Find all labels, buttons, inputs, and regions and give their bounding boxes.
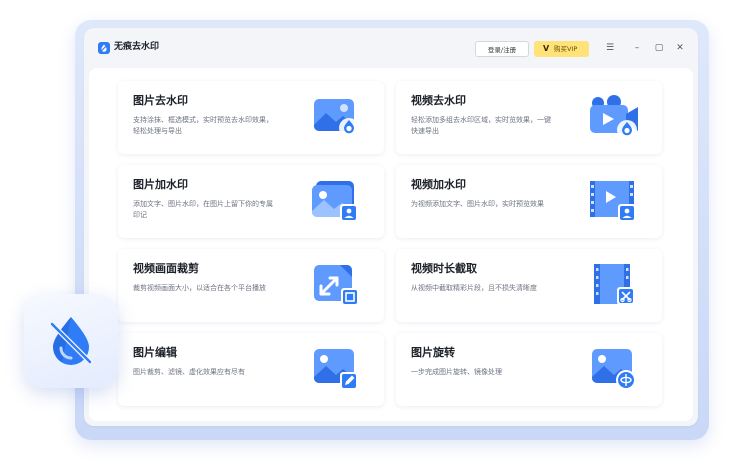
menu-icon[interactable]: ☰ bbox=[603, 41, 617, 55]
feature-description: 支持涂抹、框选模式，实时预览去水印效果，轻松处理与导出 bbox=[133, 116, 273, 135]
feature-card-video-remove-watermark[interactable]: 视频去水印 轻松添加多组去水印区域，实时览效果，一键快速导出 bbox=[396, 81, 662, 154]
feature-description: 一步完成图片旋转、镜像处理 bbox=[411, 368, 502, 376]
buy-vip-button[interactable]: V 购买VIP bbox=[534, 41, 589, 57]
login-register-button[interactable]: 登录/注册 bbox=[475, 41, 529, 57]
feature-title: 图片加水印 bbox=[133, 178, 188, 191]
feature-description: 添加文字、图片水印，在图片上留下你的专属印记 bbox=[133, 200, 273, 219]
feature-card-image-edit[interactable]: 图片编辑 图片裁剪、滤镜、虚化效果应有尽有 bbox=[118, 333, 384, 406]
image-edit-icon bbox=[310, 345, 362, 395]
app-logo-icon bbox=[98, 42, 110, 54]
feature-card-video-crop[interactable]: 视频画面裁剪 裁剪视频画面大小，以适合在各个平台播放 bbox=[118, 249, 384, 322]
image-portrait-icon bbox=[310, 177, 362, 227]
feature-grid: 图片去水印 支持涂抹、框选模式，实时预览去水印效果，轻松处理与导出 视频去水印 … bbox=[89, 68, 693, 421]
feature-card-video-add-watermark[interactable]: 视频加水印 为视频添加文字、图片水印，实时预览效果 bbox=[396, 165, 662, 238]
feature-title: 图片去水印 bbox=[133, 94, 188, 107]
feature-title: 视频画面裁剪 bbox=[133, 262, 199, 275]
drop-off-icon bbox=[49, 317, 93, 365]
app-title: 无痕去水印 bbox=[114, 42, 160, 52]
app-window: 无痕去水印 登录/注册 V 购买VIP ☰ – ▢ ✕ 图片去水印 支持涂抹、框… bbox=[84, 28, 698, 426]
feature-title: 图片编辑 bbox=[133, 346, 177, 359]
minimize-icon[interactable]: – bbox=[630, 41, 644, 55]
feature-description: 图片裁剪、滤镜、虚化效果应有尽有 bbox=[133, 368, 245, 376]
film-cut-icon bbox=[588, 261, 640, 311]
watermark-remover-badge bbox=[24, 294, 118, 388]
maximize-icon[interactable]: ▢ bbox=[652, 41, 666, 55]
feature-title: 视频时长截取 bbox=[411, 262, 477, 275]
feature-description: 裁剪视频画面大小，以适合在各个平台播放 bbox=[133, 284, 266, 292]
image-drop-icon bbox=[310, 93, 362, 143]
feature-card-image-remove-watermark[interactable]: 图片去水印 支持涂抹、框选模式，实时预览去水印效果，轻松处理与导出 bbox=[118, 81, 384, 154]
image-rotate-icon bbox=[588, 345, 640, 395]
feature-description: 轻松添加多组去水印区域，实时览效果，一键快速导出 bbox=[411, 116, 551, 135]
video-portrait-icon bbox=[588, 177, 640, 227]
vip-icon: V bbox=[543, 44, 550, 53]
feature-title: 视频去水印 bbox=[411, 94, 466, 107]
close-icon[interactable]: ✕ bbox=[673, 41, 687, 55]
feature-card-image-add-watermark[interactable]: 图片加水印 添加文字、图片水印，在图片上留下你的专属印记 bbox=[118, 165, 384, 238]
feature-description: 为视频添加文字、图片水印，实时预览效果 bbox=[411, 200, 544, 208]
crop-icon bbox=[310, 261, 362, 311]
feature-description: 从视频中截取精彩片段，且不损失清晰度 bbox=[411, 284, 537, 292]
feature-title: 视频加水印 bbox=[411, 178, 466, 191]
feature-card-image-rotate[interactable]: 图片旋转 一步完成图片旋转、镜像处理 bbox=[396, 333, 662, 406]
feature-title: 图片旋转 bbox=[411, 346, 455, 359]
title-bar: 无痕去水印 登录/注册 V 购买VIP ☰ – ▢ ✕ bbox=[84, 28, 698, 68]
video-drop-icon bbox=[588, 93, 640, 143]
feature-card-video-trim[interactable]: 视频时长截取 从视频中截取精彩片段，且不损失清晰度 bbox=[396, 249, 662, 322]
buy-vip-label: 购买VIP bbox=[554, 45, 578, 53]
